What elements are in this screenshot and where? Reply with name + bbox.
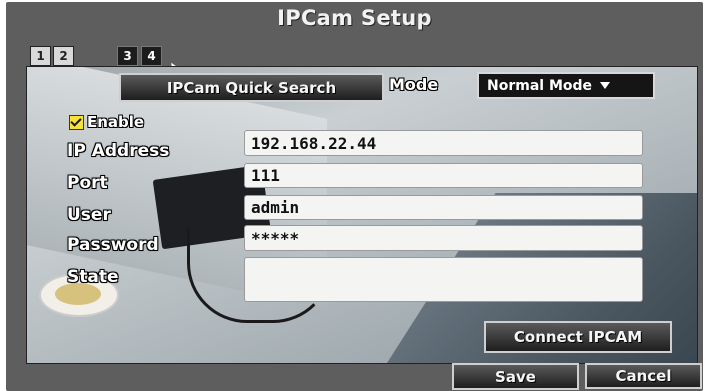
tab-3[interactable]: 3 <box>117 46 138 66</box>
tab-4[interactable]: 4 <box>141 46 162 66</box>
tab-1[interactable]: 1 <box>30 46 51 66</box>
enable-checkbox[interactable]: Enable <box>69 113 144 131</box>
ipcam-quick-search-button[interactable]: IPCam Quick Search <box>119 73 384 102</box>
state-label: State <box>67 267 119 287</box>
port-field[interactable]: 111 <box>244 163 643 188</box>
mode-dropdown-value: Normal Mode <box>487 77 593 94</box>
password-label: Password <box>67 235 159 255</box>
password-field[interactable]: ***** <box>244 225 643 251</box>
connect-ipcam-button[interactable]: Connect IPCAM <box>484 321 672 353</box>
save-button[interactable]: Save <box>452 363 579 390</box>
state-field <box>244 257 643 302</box>
setup-window: IPCam Setup 1 2 3 4 IPCam Quick Search M… <box>6 2 703 391</box>
user-label: User <box>67 205 111 225</box>
mode-dropdown[interactable]: Normal Mode <box>477 72 655 99</box>
cancel-button[interactable]: Cancel <box>585 363 702 389</box>
ip-address-field[interactable]: 192.168.22.44 <box>244 130 643 156</box>
chevron-down-icon <box>600 82 611 89</box>
ip-address-label: IP Address <box>67 141 170 161</box>
screen: IPCam Setup 1 2 3 4 IPCam Quick Search M… <box>0 0 710 391</box>
enable-label: Enable <box>87 113 145 131</box>
tab-2[interactable]: 2 <box>53 46 74 66</box>
port-label: Port <box>67 173 108 193</box>
mode-label: Mode <box>389 75 439 94</box>
window-title: IPCam Setup <box>277 6 432 30</box>
user-field[interactable]: admin <box>244 195 643 220</box>
checkbox-checked-icon[interactable] <box>69 114 84 130</box>
